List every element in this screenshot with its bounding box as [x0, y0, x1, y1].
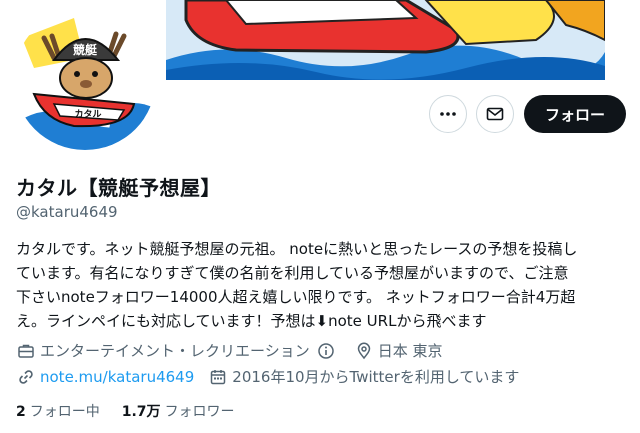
- bio-line: え。ラインペイにも対応しています！予想は⬇note URLから飛べます: [16, 312, 487, 330]
- link-icon: [16, 367, 36, 387]
- location-pin-icon: [354, 341, 374, 361]
- bio-line: カタルです。ネット競艇予想屋の元祖。 noteに熱いと思ったレースの予想を投稿し: [16, 240, 578, 258]
- avatar-helmet-text: 競艇: [73, 42, 98, 57]
- followers-count: 1.7万: [121, 404, 161, 420]
- category-text: エンターテイメント・レクリエーション: [40, 342, 310, 360]
- calendar-icon: [208, 367, 228, 387]
- profile-name: カタル【競艇予想屋】: [16, 176, 221, 200]
- profile-meta-row-2: note.mu/kataru4649 2016年10月からTwitterを利用し…: [16, 366, 533, 387]
- avatar[interactable]: 競艇 カタル: [14, 8, 156, 150]
- followers-stat[interactable]: 1.7万 フォロワー: [122, 401, 235, 421]
- category-item: エンターテイメント・レクリエーション: [16, 340, 340, 361]
- bio-line: ています。有名になりすぎて僕の名前を利用している予想屋がいますので、ご注意: [16, 264, 569, 282]
- location-item: 日本 東京: [354, 340, 443, 361]
- mail-icon: [486, 107, 504, 121]
- more-icon: [440, 112, 456, 116]
- profile-stats: 2 フォロー中 1.7万 フォロワー: [16, 401, 257, 421]
- message-button[interactable]: [476, 95, 514, 133]
- joined-item: 2016年10月からTwitterを利用しています: [208, 366, 519, 387]
- info-icon[interactable]: [316, 341, 336, 361]
- avatar-boat-text: カタル: [74, 108, 101, 120]
- location-text: 日本 東京: [377, 342, 443, 360]
- follow-button[interactable]: フォロー: [524, 95, 626, 133]
- profile-url-link[interactable]: note.mu/kataru4649: [40, 368, 194, 386]
- url-item[interactable]: note.mu/kataru4649: [16, 367, 194, 387]
- briefcase-icon: [16, 341, 36, 361]
- following-stat[interactable]: 2 フォロー中: [16, 401, 100, 421]
- profile-banner[interactable]: [166, 0, 605, 80]
- joined-text: 2016年10月からTwitterを利用しています: [232, 368, 520, 386]
- more-button[interactable]: [429, 95, 467, 133]
- bio-line: 下さいnoteフォロワー14000人超え嬉しい限りです。 ネットフォロワー合計4…: [16, 288, 576, 306]
- profile-bio: カタルです。ネット競艇予想屋の元祖。 noteに熱いと思ったレースの予想を投稿し…: [16, 237, 616, 333]
- profile-meta-row-1: エンターテイメント・レクリエーション 日本 東京: [16, 340, 456, 361]
- following-label: フォロー中: [29, 404, 100, 420]
- following-count: 2: [16, 404, 26, 420]
- followers-label: フォロワー: [164, 404, 235, 420]
- banner-image: [166, 0, 605, 80]
- profile-handle: @kataru4649: [16, 203, 118, 221]
- avatar-image: 競艇 カタル: [14, 8, 156, 150]
